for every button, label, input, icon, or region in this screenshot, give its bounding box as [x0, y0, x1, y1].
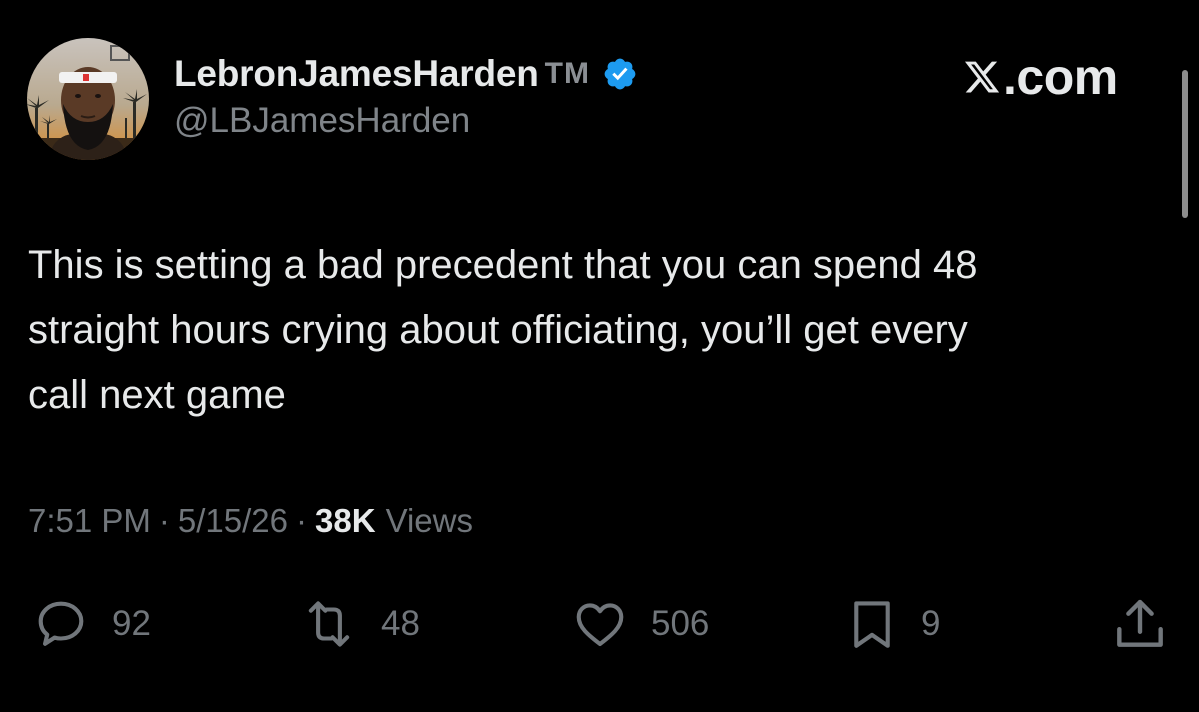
brand-watermark: .com [963, 47, 1118, 107]
tweet-text-line: call next game [28, 373, 286, 417]
retweet-icon [308, 601, 350, 647]
share-button[interactable] [1109, 592, 1171, 656]
avatar-photo [27, 38, 149, 160]
reply-button[interactable]: 92 [30, 592, 151, 656]
tweet-time[interactable]: 7:51 PM [28, 502, 151, 540]
trademark-label: TM [544, 57, 590, 90]
tweet-meta: 7:51 PM · 5/15/26 · 38K Views [28, 502, 473, 540]
share-icon [1117, 599, 1163, 647]
display-name[interactable]: LebronJamesHarden [174, 53, 539, 95]
retweet-button[interactable]: 48 [297, 592, 420, 656]
meta-separator: · [296, 502, 308, 539]
tweet-text: This is setting a bad precedent that you… [28, 233, 1178, 428]
retweet-count: 48 [381, 604, 420, 643]
author-name-row[interactable]: LebronJamesHarden TM [174, 50, 638, 98]
tweet-card: LebronJamesHarden TM @LBJamesHarden .com… [0, 0, 1199, 712]
like-count: 506 [651, 604, 710, 643]
scrollbar[interactable] [1182, 70, 1188, 218]
tweet-text-line: straight hours crying about officiating,… [28, 308, 968, 352]
tweet-text-line: This is setting a bad precedent that you… [28, 243, 978, 287]
like-button[interactable]: 506 [569, 592, 709, 656]
avatar[interactable] [27, 38, 149, 160]
reply-icon [38, 601, 84, 646]
tweet-date[interactable]: 5/15/26 [178, 502, 288, 540]
author-handle[interactable]: @LBJamesHarden [174, 101, 470, 141]
views-label[interactable]: Views [386, 502, 473, 540]
heart-icon [576, 603, 624, 647]
verified-badge-icon [604, 58, 636, 90]
bookmark-button[interactable]: 9 [843, 592, 940, 656]
bookmark-count: 9 [921, 604, 941, 643]
bookmark-icon [854, 601, 890, 648]
views-count[interactable]: 38K [315, 502, 376, 540]
reply-count: 92 [112, 604, 151, 643]
x-logo-icon [964, 61, 1000, 93]
brand-text: .com [1003, 49, 1118, 105]
action-bar: 92 48 506 9 [0, 592, 1199, 656]
meta-separator: · [158, 502, 170, 539]
